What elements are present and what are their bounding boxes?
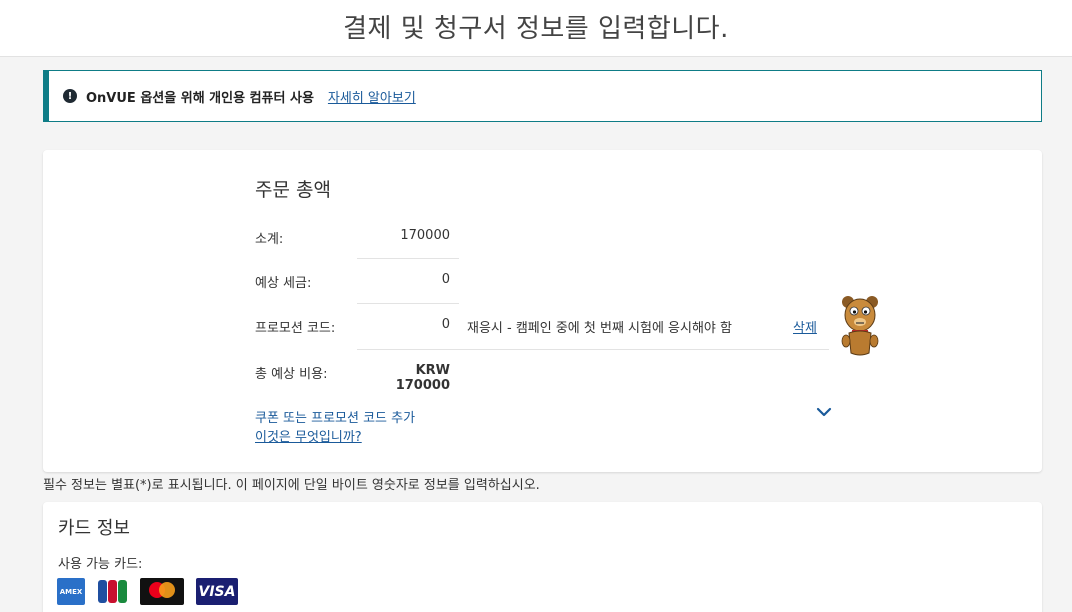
visa-icon: VISA [196, 578, 238, 605]
card-info-section: 카드 정보 사용 가능 카드: AMEX VISA [43, 502, 1042, 612]
onvue-notice: ! OnVUE 옵션을 위해 개인용 컴퓨터 사용 자세히 알아보기 [43, 70, 1042, 122]
promo-label: 프로모션 코드: [255, 321, 336, 336]
mastercard-logo-icon [149, 582, 175, 598]
amex-text: AMEX [59, 587, 83, 596]
what-is-this-link[interactable]: 이것은 무엇입니까? [255, 426, 362, 445]
page-header: 결제 및 청구서 정보를 입력합니다. [0, 0, 1072, 57]
mascot-character-icon [841, 296, 879, 356]
promo-value: 0 [441, 317, 450, 332]
order-summary-card: 주문 총액 소계: 170000 예상 세금: 0 프로모션 코드: 0 재응시… [43, 150, 1042, 472]
jcb-icon [97, 578, 128, 605]
learn-more-link[interactable]: 자세히 알아보기 [328, 87, 416, 106]
tax-value: 0 [441, 272, 450, 287]
promo-description: 재응시 - 캠페인 중에 첫 번째 시험에 응시해야 함 [467, 321, 732, 336]
total-value: KRW 170000 [395, 363, 450, 393]
delete-promo-link[interactable]: 삭제 [793, 317, 817, 336]
notice-text: OnVUE 옵션을 위해 개인용 컴퓨터 사용 [86, 90, 314, 106]
subtotal-label: 소계: [255, 232, 284, 247]
total-label: 총 예상 비용: [255, 367, 328, 382]
divider [357, 258, 459, 259]
visa-text: VISA [198, 583, 236, 600]
mastercard-icon [140, 578, 184, 605]
info-icon: ! [63, 89, 77, 103]
divider [459, 349, 829, 350]
subtotal-value: 170000 [400, 228, 450, 243]
chevron-down-icon[interactable] [815, 405, 833, 419]
tax-label: 예상 세금: [255, 276, 312, 291]
jcb-logo-icon [98, 580, 127, 603]
card-logos: AMEX VISA [57, 578, 238, 605]
required-info-note: 필수 정보는 별표(*)로 표시됩니다. 이 페이지에 단일 바이트 영숫자로 … [43, 478, 540, 493]
page-title: 결제 및 청구서 정보를 입력합니다. [343, 14, 729, 44]
divider [357, 349, 459, 350]
order-summary-title: 주문 총액 [255, 179, 331, 201]
available-cards-label: 사용 가능 카드: [58, 557, 143, 572]
amex-icon: AMEX [57, 578, 85, 605]
add-coupon-link[interactable]: 쿠폰 또는 프로모션 코드 추가 [255, 407, 415, 426]
divider [357, 303, 459, 304]
card-info-title: 카드 정보 [58, 518, 130, 539]
